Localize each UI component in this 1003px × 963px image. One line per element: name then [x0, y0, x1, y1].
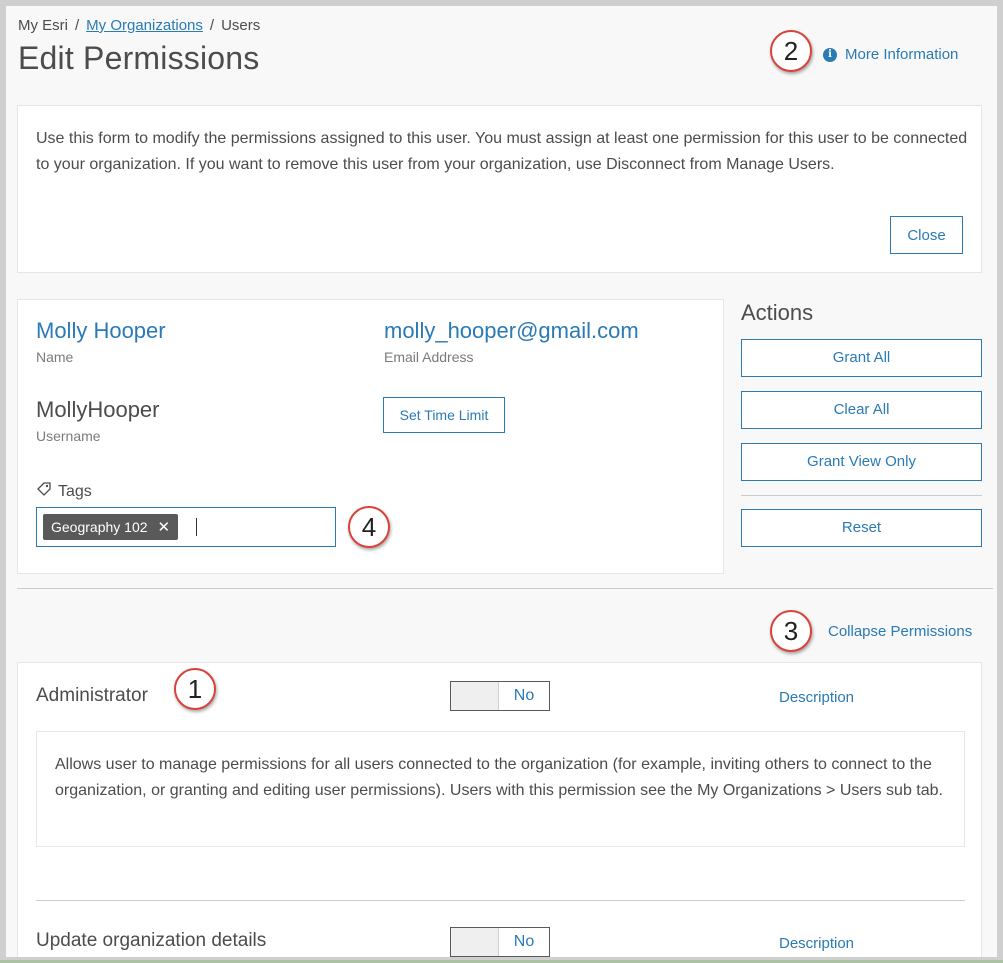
text-caret — [196, 518, 198, 536]
tags-label: Tags — [58, 482, 92, 500]
instructions-notice: Use this form to modify the permissions … — [17, 105, 982, 273]
tags-input[interactable]: Geography 102 ✕ — [36, 507, 336, 547]
grant-all-button[interactable]: Grant All — [741, 339, 982, 377]
name-label: Name — [36, 349, 74, 365]
breadcrumb-separator: / — [209, 17, 215, 34]
reset-button[interactable]: Reset — [741, 509, 982, 547]
page-title: Edit Permissions — [18, 40, 260, 76]
permission-divider — [36, 900, 965, 901]
set-time-limit-button[interactable]: Set Time Limit — [383, 397, 505, 433]
permissions-panel: Administrator No Description Allows user… — [17, 662, 982, 957]
grant-view-only-button[interactable]: Grant View Only — [741, 443, 982, 481]
user-name[interactable]: Molly Hooper — [36, 318, 166, 344]
permission-title-update-org-details: Update organization details — [36, 930, 267, 951]
username-label: Username — [36, 428, 101, 444]
tags-heading: Tags — [36, 481, 92, 502]
user-username: MollyHooper — [36, 397, 160, 422]
update-org-details-toggle[interactable]: No — [450, 927, 550, 957]
edit-permissions-page: My Esri / My Organizations / Users Edit Perm… — [6, 6, 997, 957]
administrator-description-box: Allows user to manage permissions for al… — [36, 731, 965, 847]
actions-heading: Actions — [741, 300, 814, 325]
info-icon: i — [823, 47, 837, 62]
breadcrumb-my-organizations-link[interactable]: My Organizations — [86, 17, 203, 34]
callout-3: 3 — [770, 610, 812, 652]
instructions-text: Use this form to modify the permissions … — [36, 130, 968, 173]
toggle-value: No — [513, 687, 535, 704]
toggle-knob — [451, 928, 499, 956]
breadcrumb: My Esri / My Organizations / Users — [18, 17, 260, 34]
email-label: Email Address — [384, 349, 474, 365]
breadcrumb-users: Users — [221, 17, 261, 34]
close-button[interactable]: Close — [890, 216, 963, 254]
toggle-value: No — [513, 933, 535, 950]
permission-title-administrator: Administrator — [36, 685, 148, 706]
update-org-details-description-link[interactable]: Description — [779, 935, 854, 952]
callout-1: 1 — [174, 668, 216, 710]
section-divider — [17, 588, 993, 589]
user-email[interactable]: molly_hooper@gmail.com — [384, 318, 639, 344]
breadcrumb-my-esri: My Esri — [18, 17, 68, 34]
toggle-knob — [451, 682, 499, 710]
more-information-link[interactable]: i More Information — [823, 46, 958, 63]
breadcrumb-separator: / — [75, 17, 80, 34]
tag-chip: Geography 102 ✕ — [43, 514, 179, 540]
clear-all-button[interactable]: Clear All — [741, 391, 982, 429]
actions-divider — [741, 495, 982, 496]
administrator-toggle[interactable]: No — [450, 681, 550, 711]
tag-chip-label: Geography 102 — [51, 519, 148, 535]
callout-4: 4 — [348, 506, 390, 548]
remove-tag-icon[interactable]: ✕ — [158, 518, 171, 536]
tag-icon — [36, 481, 52, 502]
administrator-description-text: Allows user to manage permissions for al… — [55, 756, 943, 799]
more-information-label: More Information — [845, 46, 959, 63]
callout-2: 2 — [770, 30, 812, 72]
administrator-description-link[interactable]: Description — [779, 689, 854, 706]
collapse-permissions-link[interactable]: Collapse Permissions — [828, 623, 972, 640]
